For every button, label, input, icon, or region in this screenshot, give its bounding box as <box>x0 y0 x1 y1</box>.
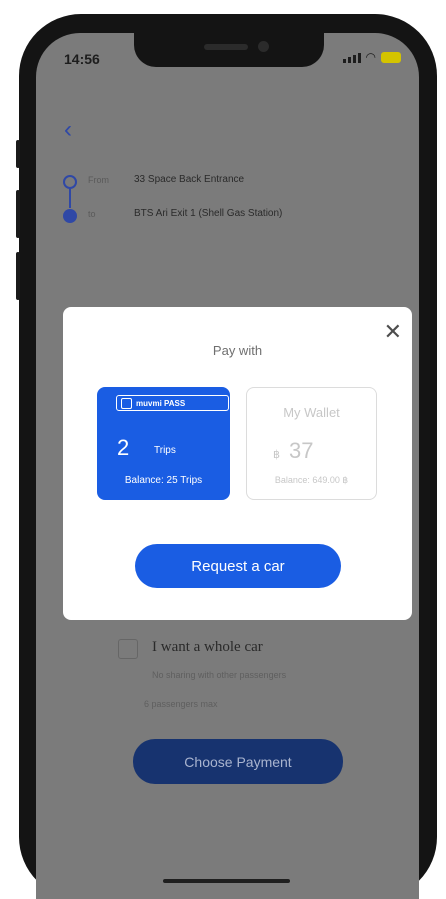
whole-car-note-passengers: 6 passengers max <box>144 699 218 709</box>
trips-unit: Trips <box>154 445 176 456</box>
pay-with-modal: Pay with ✕ muvmi PASS 2 Trips Balance: 2… <box>63 307 412 620</box>
to-dot-icon <box>63 209 77 223</box>
from-value[interactable]: 33 Space Back Entrance <box>134 174 244 185</box>
pass-logo-icon <box>121 397 132 409</box>
status-time: 14:56 <box>64 51 100 67</box>
request-car-button[interactable]: Request a car <box>135 544 341 588</box>
my-wallet-card[interactable]: My Wallet ฿ 37 Balance: 649.00 ฿ <box>246 387 377 500</box>
from-dot-icon <box>63 175 77 189</box>
wallet-currency: ฿ <box>273 449 280 461</box>
pass-brand: muvmi PASS <box>136 398 186 408</box>
to-label: to <box>88 209 96 219</box>
trips-count: 2 <box>117 435 130 460</box>
camera <box>258 41 269 52</box>
home-indicator[interactable] <box>163 879 290 883</box>
wallet-amount: 37 <box>289 438 314 463</box>
signal-icon <box>342 52 361 63</box>
whole-car-note-sharing: No sharing with other passengers <box>152 670 287 680</box>
from-label: From <box>88 175 109 185</box>
status-icons: ◠ <box>342 50 401 64</box>
to-value[interactable]: BTS Ari Exit 1 (Shell Gas Station) <box>134 208 282 219</box>
whole-car-label: I want a whole car <box>152 639 263 655</box>
wallet-balance: Balance: 649.00 ฿ <box>274 475 349 485</box>
close-icon[interactable]: ✕ <box>384 321 402 343</box>
back-icon[interactable]: ‹ <box>64 118 72 142</box>
speaker <box>204 44 248 50</box>
phone-volume-down <box>16 252 20 300</box>
wifi-icon: ◠ <box>365 50 376 64</box>
notch <box>134 33 324 67</box>
battery-icon <box>381 51 401 63</box>
choose-payment-button[interactable]: Choose Payment <box>133 739 343 784</box>
pass-balance: Balance: 25 Trips <box>124 475 203 486</box>
phone-volume-up <box>16 190 20 238</box>
wallet-title: My Wallet <box>283 405 340 420</box>
muvmi-pass-logo: muvmi PASS <box>116 395 229 411</box>
muvmi-pass-card[interactable]: muvmi PASS 2 Trips Balance: 25 Trips <box>97 387 230 500</box>
whole-car-checkbox[interactable] <box>118 639 138 659</box>
modal-title: Pay with <box>212 343 263 358</box>
screen: 14:56 ◠ ‹ From 33 Space Back Entrance to… <box>36 33 419 899</box>
phone-side-button <box>16 140 20 168</box>
